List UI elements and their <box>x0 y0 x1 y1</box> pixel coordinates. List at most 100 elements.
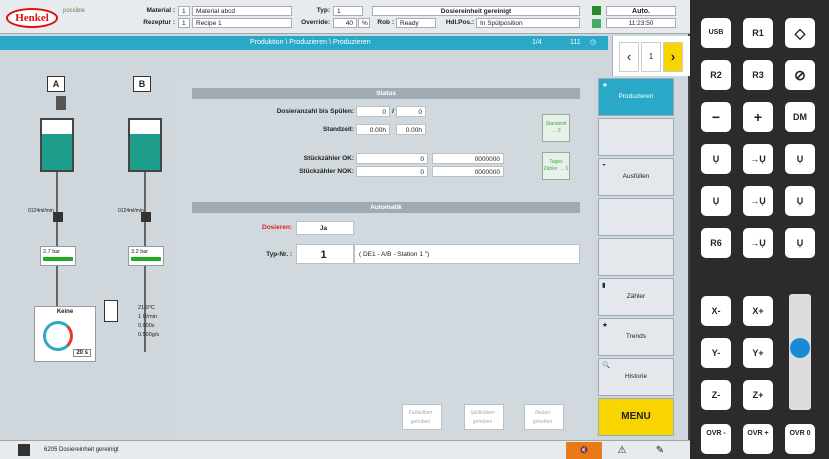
x-plus-key[interactable]: X+ <box>743 296 773 326</box>
process-values: 21.0°C 1 U/min 0.000s 0.500g/s <box>138 305 160 338</box>
slider-knob[interactable] <box>790 338 810 358</box>
tank-a <box>40 118 74 172</box>
dosieren-label: Dosieren: <box>262 224 292 231</box>
footer-message: 6205 Dosiereinheit gereinigt <box>44 447 119 453</box>
warning-icon[interactable]: ⚠ <box>604 442 640 459</box>
reset-tageszaehler-button[interactable]: Tages Zähler → 0 <box>542 152 570 180</box>
reset-standzeit-button[interactable]: Standzeit → 0 <box>542 114 570 142</box>
usb-key[interactable]: USB <box>701 18 731 48</box>
side-ausfuellen[interactable]: ◒ Ausfüllen <box>598 158 674 196</box>
side-empty-3[interactable] <box>598 238 674 276</box>
y-plus-key[interactable]: Y+ <box>743 338 773 368</box>
side-trends[interactable]: ★ Trends <box>598 318 674 356</box>
mute-icon[interactable]: 🔇 <box>566 442 602 459</box>
r2-key[interactable]: R2 <box>701 60 731 90</box>
edit-icon[interactable]: ✎ <box>642 442 678 459</box>
spuelkolben-button[interactable]: Spülkolben gehoben <box>464 404 504 430</box>
prev-button[interactable]: ‹ <box>619 42 639 72</box>
side-empty-1[interactable] <box>598 118 674 156</box>
stand-val2: 0.00h <box>396 124 426 135</box>
gripper-down-icon[interactable]: Ụ <box>701 186 731 216</box>
mode: Auto. <box>606 6 676 16</box>
footer: 6205 Dosiereinheit gereinigt 🔇 ⚠ ✎ <box>0 440 690 459</box>
dm-key[interactable]: DM <box>785 102 815 132</box>
recipe-name: Recipe 1 <box>192 18 292 28</box>
trend-star-icon: ★ <box>602 322 608 329</box>
y-minus-key[interactable]: Y- <box>701 338 731 368</box>
side-produzieren[interactable]: ★ Produzieren <box>598 78 674 116</box>
dosieren-value[interactable]: Ja <box>296 221 354 235</box>
plus-key[interactable]: + <box>743 102 773 132</box>
ovr-minus-key[interactable]: OVR - <box>701 424 731 454</box>
ovr-zero-key[interactable]: OVR 0 <box>785 424 815 454</box>
status-title: Status <box>192 88 580 99</box>
dos-label: Dosieranzahl bis Spülen: <box>276 108 354 115</box>
gripper-close-icon[interactable]: Ụ <box>785 186 815 216</box>
header: Henkel possible Material : 1 Material ab… <box>0 0 690 34</box>
override-slider[interactable] <box>789 294 811 410</box>
gauge-value: 20 s <box>73 349 91 357</box>
stand-val1: 0.00h <box>356 124 390 135</box>
page-number: 1 <box>641 42 661 72</box>
ok-val2: 0000000 <box>432 153 504 164</box>
r3-key[interactable]: R3 <box>743 60 773 90</box>
material-label: Material : <box>146 7 175 14</box>
gripper-open-icon[interactable]: Ụ <box>785 144 815 174</box>
x-minus-key[interactable]: X- <box>701 296 731 326</box>
typ-nr-label: Typ-Nr. : <box>266 251 292 258</box>
typ-label: Typ: <box>316 7 330 14</box>
flow-a: 0124ml/min <box>28 208 54 214</box>
gripper-rotate-icon[interactable]: →Ụ <box>743 186 773 216</box>
side-zaehler[interactable]: ▮ Zähler <box>598 278 674 316</box>
pump-b-icon <box>141 212 151 222</box>
user-icon[interactable] <box>18 444 30 456</box>
fill-icon: ◒ <box>602 161 606 168</box>
stand-label: Standzeit: <box>322 126 354 133</box>
override-label: Override: <box>301 19 330 26</box>
next-button[interactable]: › <box>663 42 683 72</box>
gauge: Keine 20 s <box>34 306 96 362</box>
pump-a-icon <box>53 212 63 222</box>
breadcrumb-path: Produktion \ Produzieren \ Produzieren <box>250 39 371 46</box>
z-plus-key[interactable]: Z+ <box>743 380 773 410</box>
menu-button[interactable]: MENU <box>598 398 674 436</box>
ok-val1: 0 <box>356 153 428 164</box>
search-icon: 🔍 <box>602 362 611 369</box>
dos-val2: 0 <box>396 106 426 117</box>
start-icon[interactable]: ◇ <box>785 18 815 48</box>
stop-icon[interactable]: ⊘ <box>785 60 815 90</box>
side-historie[interactable]: 🔍 Historie <box>598 358 674 396</box>
clock-icon: ◷ <box>590 39 597 46</box>
r6-key[interactable]: R6 <box>701 228 731 258</box>
typ-value: 1 <box>333 6 363 16</box>
z-minus-key[interactable]: Z- <box>701 380 731 410</box>
side-empty-2[interactable] <box>598 198 674 236</box>
hmi-screen: Henkel possible Material : 1 Material ab… <box>0 0 690 459</box>
minus-key[interactable]: − <box>701 102 731 132</box>
typ-nr-value[interactable]: 1 <box>296 244 354 264</box>
main-panel: Status Dosieranzahl bis Spülen: 0 / 0 St… <box>176 78 593 438</box>
zeuber-button[interactable]: Zeuber gehoben <box>524 404 564 430</box>
gripper-in-icon[interactable]: →Ụ <box>743 228 773 258</box>
hdl-value: In Spülposition <box>476 18 580 28</box>
tank-a-label: A <box>47 76 65 92</box>
r1-key[interactable]: R1 <box>743 18 773 48</box>
counter: 111 <box>570 39 581 46</box>
gripper-move-icon[interactable]: →Ụ <box>743 144 773 174</box>
override-unit: % <box>358 18 370 28</box>
fusskolben-button[interactable]: Fußkolben gehoben <box>402 404 442 430</box>
subbrand: possible <box>63 8 86 14</box>
valve-a-icon <box>56 96 66 110</box>
breadcrumb: Produktion \ Produzieren \ Produzieren 1… <box>0 36 608 50</box>
ovr-plus-key[interactable]: OVR + <box>743 424 773 454</box>
gripper-icon <box>592 19 601 28</box>
hardware-panel: USB R1 ◇ R2 R3 ⊘ − + DM Ụ →Ụ Ụ Ụ →Ụ Ụ R6… <box>693 0 829 459</box>
pager: ‹ 1 › <box>612 36 690 76</box>
automatik-title: Automatik <box>192 202 580 213</box>
rob-label: Rob : <box>377 19 394 26</box>
flow-b: 0124ml/min <box>118 208 144 214</box>
gripper-drop-icon[interactable]: Ụ <box>701 144 731 174</box>
recipe-label: Rezeptur : <box>143 19 175 26</box>
gripper-spray-icon[interactable]: Ụ <box>785 228 815 258</box>
counter-icon: ▮ <box>602 282 606 289</box>
